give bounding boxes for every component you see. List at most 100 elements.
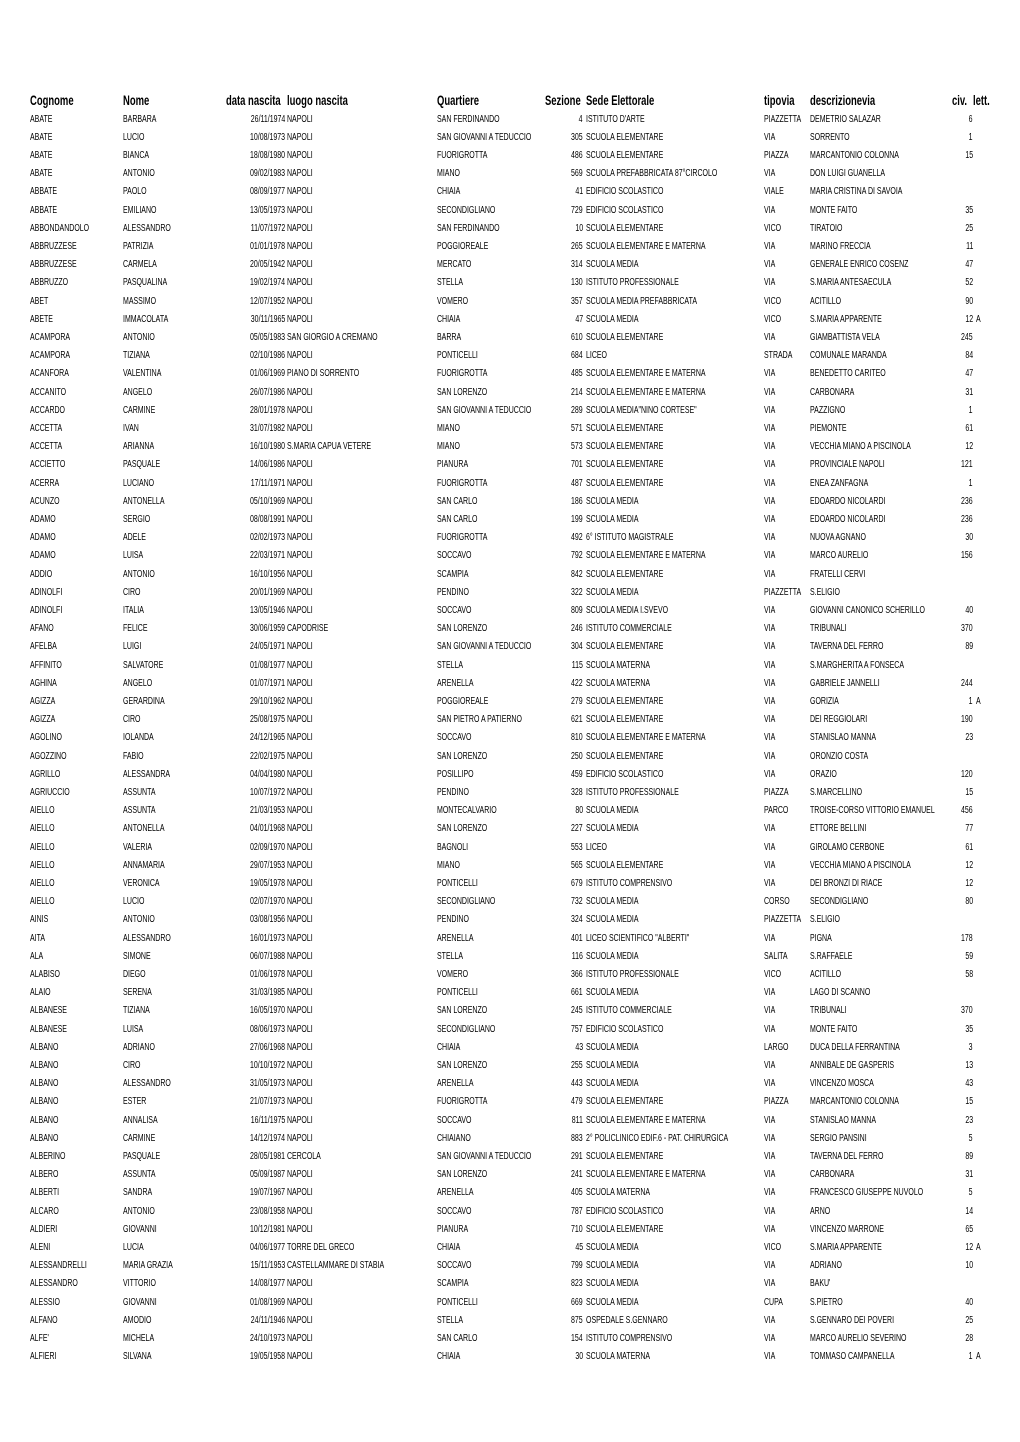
cell-cognome: ACCIETTO bbox=[30, 458, 80, 471]
cell-sezione: 701 bbox=[566, 458, 583, 471]
cell-text: 684 bbox=[571, 350, 583, 362]
cell-tipovia: VIA bbox=[764, 458, 780, 471]
header-label: Sede Elettorale bbox=[586, 93, 655, 108]
cell-text: STANISLAO MANNA bbox=[810, 732, 876, 744]
cell-cognome: ACCARDO bbox=[30, 404, 80, 417]
cell-civico: 43 bbox=[962, 1077, 973, 1090]
cell-data-nascita: 09/02/1983 bbox=[235, 167, 285, 180]
cell-text: ALESSANDRO bbox=[123, 1078, 171, 1090]
cell-text: 553 bbox=[571, 841, 583, 853]
cell-luogo-nascita: NAPOLI bbox=[287, 677, 324, 690]
cell-text: VERONICA bbox=[123, 877, 160, 889]
cell-sede-elettorale: SCUOLA ELEMENTARE bbox=[586, 458, 696, 471]
cell-text: 16/10/1980 bbox=[249, 441, 285, 453]
cell-text: ADINOLFI bbox=[30, 604, 63, 616]
cell-nome: VITTORIO bbox=[123, 1277, 170, 1290]
table-row: ACCETTA IVAN 31/07/1982 NAPOLI MIANO 571 SCUOL… bbox=[0, 422, 1020, 435]
cell-text: 16/05/1970 bbox=[249, 1005, 285, 1017]
cell-luogo-nascita: NAPOLI bbox=[287, 1023, 324, 1036]
cell-sede-elettorale: SCUOLA ELEMENTARE E MATERNA bbox=[586, 731, 757, 744]
cell-text: MARCO AURELIO bbox=[810, 550, 869, 562]
table-row: ADAMO LUISA 22/03/1971 NAPOLI SOCCAVO 792 SCUO… bbox=[0, 549, 1020, 562]
cell-cognome: ADAMO bbox=[30, 531, 67, 544]
cell-sede-elettorale: SCUOLA MEDIA bbox=[586, 895, 661, 908]
cell-text: SAN GIOVANNI A TEDUCCIO bbox=[437, 131, 532, 143]
cell-text: ABBRUZZESE bbox=[30, 259, 77, 271]
cell-text: SCUOLA ELEMENTARE bbox=[586, 750, 664, 762]
cell-text: 28/05/1981 bbox=[249, 1150, 285, 1162]
cell-text: LICEO bbox=[586, 350, 608, 362]
cell-text: SCUOLA MEDIA bbox=[586, 1278, 639, 1290]
cell-text: ANTONIO bbox=[123, 168, 155, 180]
cell-text: SAN GIOVANNI A TEDUCCIO bbox=[437, 641, 532, 653]
cell-civico: 31 bbox=[962, 386, 973, 399]
cell-luogo-nascita: NAPOLI bbox=[287, 1095, 324, 1108]
cell-text: 569 bbox=[571, 168, 583, 180]
cell-text: 610 bbox=[571, 331, 583, 343]
cell-cognome: AITA bbox=[30, 932, 51, 945]
cell-cognome: ABETE bbox=[30, 313, 63, 326]
cell-tipovia: PIAZZA bbox=[764, 149, 799, 162]
cell-text: ISTITUTO COMPRENSIVO bbox=[586, 877, 673, 889]
cell-quartiere: FUORIGROTTA bbox=[437, 149, 509, 162]
cell-text: 01/08/1977 bbox=[249, 659, 285, 671]
cell-sezione: 422 bbox=[566, 677, 583, 690]
cell-text: NAPOLI bbox=[287, 240, 313, 252]
cell-text: 130 bbox=[571, 277, 583, 289]
cell-text: VIA bbox=[764, 1132, 776, 1144]
cell-text: 883 bbox=[571, 1132, 583, 1144]
cell-text: 12 bbox=[965, 441, 973, 453]
cell-text: 29/10/1962 bbox=[249, 695, 285, 707]
cell-text: VITTORIO bbox=[123, 1278, 156, 1290]
cell-tipovia: VIA bbox=[764, 1314, 780, 1327]
cell-sezione: 80 bbox=[572, 804, 583, 817]
cell-tipovia: VIA bbox=[764, 731, 780, 744]
cell-tipovia: VIA bbox=[764, 276, 780, 289]
cell-civico: 58 bbox=[962, 968, 973, 981]
cell-sede-elettorale: EDIFICIO SCOLASTICO bbox=[586, 185, 697, 198]
cell-sede-elettorale: SCUOLA MEDIA bbox=[586, 495, 661, 508]
cell-text: VIA bbox=[764, 240, 776, 252]
cell-descrizionevia: S.MARGHERITA A FONSECA bbox=[810, 659, 944, 672]
cell-sede-elettorale: EDIFICIO SCOLASTICO bbox=[586, 1023, 697, 1036]
cell-text: 23/08/1958 bbox=[249, 1205, 285, 1217]
cell-text: 05/05/1983 bbox=[249, 331, 285, 343]
cell-text: PIAZZA bbox=[764, 149, 789, 161]
cell-text: ALBANO bbox=[30, 1096, 59, 1108]
cell-text: ALESSANDRELLI bbox=[30, 1260, 87, 1272]
cell-text: NAPOLI bbox=[287, 113, 313, 125]
cell-nome: SIMONE bbox=[123, 950, 162, 963]
cell-text: ADAMO bbox=[30, 532, 56, 544]
cell-text: BAGNOLI bbox=[437, 841, 469, 853]
cell-text: NAPOLI bbox=[287, 1041, 313, 1053]
cell-text: PENDINO bbox=[437, 586, 469, 598]
cell-cognome: ABATE bbox=[30, 167, 62, 180]
cell-text: PIAZZA bbox=[764, 786, 789, 798]
table-row: AFANO FELICE 30/06/1959 CAPODRISE SAN LORENZ… bbox=[0, 622, 1020, 635]
cell-luogo-nascita: NAPOLI bbox=[287, 349, 324, 362]
cell-text: AGRIUCCIO bbox=[30, 786, 70, 798]
cell-cognome: ABBRUZZESE bbox=[30, 258, 97, 271]
cell-data-nascita: 22/02/1975 bbox=[235, 750, 285, 763]
cell-sede-elettorale: ISTITUTO D'ARTE bbox=[586, 113, 670, 126]
table-row: ABBRUZZO PASQUALINA 19/02/1974 NAPOLI STELLA… bbox=[0, 276, 1020, 289]
cell-text: PARCO bbox=[764, 805, 789, 817]
cell-text: 289 bbox=[571, 404, 583, 416]
cell-quartiere: SAN CARLO bbox=[437, 513, 495, 526]
cell-text: BARRA bbox=[437, 331, 462, 343]
cell-civico: 14 bbox=[962, 1205, 973, 1218]
cell-text: ABBATE bbox=[30, 204, 58, 216]
cell-sezione: 571 bbox=[566, 422, 583, 435]
cell-data-nascita: 16/10/1956 bbox=[235, 568, 285, 581]
cell-quartiere: PONTICELLI bbox=[437, 986, 495, 999]
cell-text: 21/07/1973 bbox=[249, 1096, 285, 1108]
cell-quartiere: SAN PIETRO A PATIERNO bbox=[437, 713, 558, 726]
cell-text: 24/12/1965 bbox=[249, 732, 285, 744]
cell-descrizionevia: CARBONARA bbox=[810, 386, 873, 399]
cell-nome: MICHELA bbox=[123, 1332, 167, 1345]
table-row: AGRILLO ALESSANDRA 04/04/1980 NAPOLI POSILLI… bbox=[0, 768, 1020, 781]
table-row: ABETE IMMACOLATA 30/11/1965 NAPOLI CHIAIA 47 S… bbox=[0, 313, 1020, 326]
cell-luogo-nascita: NAPOLI bbox=[287, 1205, 324, 1218]
cell-luogo-nascita: NAPOLI bbox=[287, 713, 324, 726]
cell-text: SAN LORENZO bbox=[437, 623, 488, 635]
